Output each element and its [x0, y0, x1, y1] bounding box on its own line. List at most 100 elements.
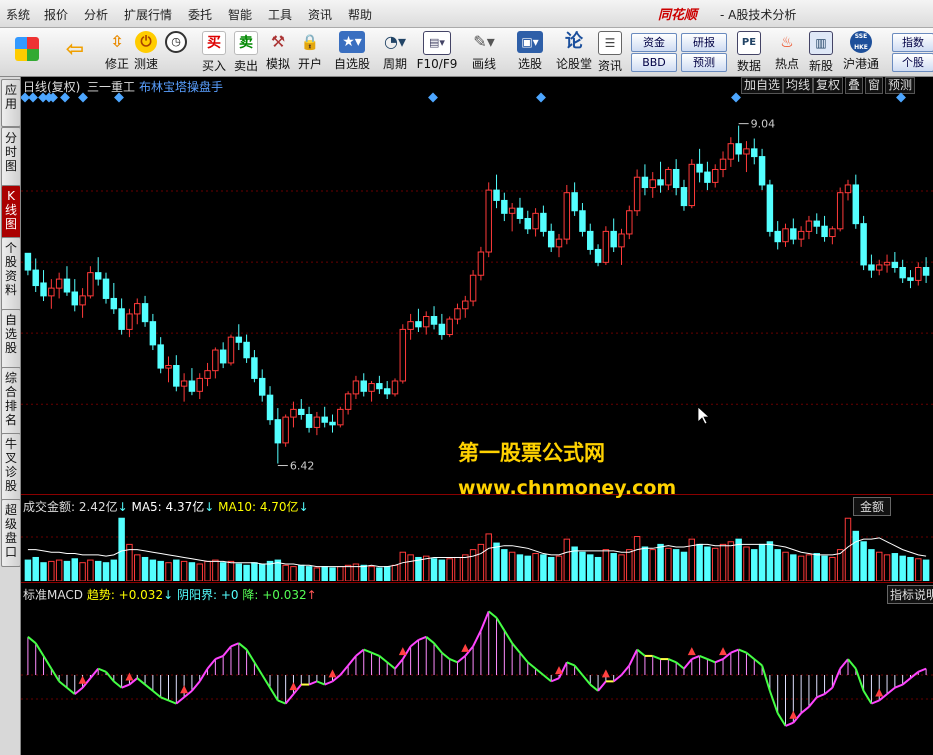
fix-button[interactable]: ⇳ 修正	[100, 31, 134, 73]
macd-line	[97, 667, 107, 673]
volume-bar	[462, 554, 469, 581]
speed-test-label: 测速	[133, 57, 158, 71]
volume-bar	[704, 546, 711, 581]
candle-body	[282, 416, 289, 444]
volume-bar	[383, 566, 391, 581]
candle-body	[149, 321, 157, 346]
kline-chart-area[interactable]: 日线(复权) 三一重工 布林宝塔操盘手 加自选 均线 复权 叠 窗 预测 9.0…	[21, 77, 933, 755]
volume-bar	[649, 549, 656, 581]
macd-line	[479, 610, 490, 631]
lock-icon: 🔒	[300, 33, 320, 51]
candle-body	[587, 230, 594, 250]
buy-arrow-icon	[555, 666, 564, 675]
menu-info[interactable]: 资讯	[308, 6, 332, 23]
tab-kline[interactable]: K线图	[1, 185, 21, 239]
macd-line	[800, 706, 810, 714]
windows-button[interactable]	[10, 31, 44, 73]
single-stock-button[interactable]: 个股	[892, 53, 933, 72]
clock-button[interactable]: ◷	[162, 31, 190, 73]
volume-bar	[454, 556, 461, 581]
menu-smart[interactable]: 智能	[228, 6, 252, 23]
macd-line	[597, 680, 607, 692]
macd-line	[589, 683, 599, 692]
volume-bar	[290, 566, 297, 581]
speed-test-button[interactable]: ⏻ 测速	[132, 31, 160, 73]
candle-body	[790, 228, 797, 240]
candle-body	[610, 230, 617, 248]
period-button[interactable]: ◔▾ 周期	[378, 31, 412, 73]
bbd-button[interactable]: BBD	[631, 53, 677, 72]
hk-connect-button[interactable]: SSE HKE 沪港通	[840, 31, 882, 73]
forum-button[interactable]: 论 论股堂	[556, 31, 592, 73]
macd-line	[667, 658, 677, 664]
macd-line	[542, 674, 552, 683]
menu-tools[interactable]: 工具	[268, 6, 292, 23]
menu-extended-market[interactable]: 扩展行情	[124, 6, 172, 23]
macd-line	[441, 651, 451, 660]
candle-body	[477, 251, 485, 276]
candle-body	[55, 278, 63, 289]
buy-arrow-icon	[461, 643, 470, 652]
macd-line	[214, 654, 224, 661]
macd-line	[136, 677, 146, 686]
candle-body	[782, 228, 789, 243]
buy-button[interactable]: 买 买入	[200, 31, 228, 73]
candle-body	[415, 321, 422, 328]
candle-body	[79, 295, 86, 306]
period-label: 周期	[382, 57, 407, 71]
menu-order[interactable]: 委托	[188, 6, 212, 23]
macd-line	[66, 686, 76, 695]
volume-bar	[337, 566, 344, 581]
candle-body	[649, 179, 656, 189]
watchlist-button[interactable]: ★▾ 自选股	[332, 31, 372, 73]
forecast-button[interactable]: 预测	[681, 53, 727, 72]
tab-stock-profile[interactable]: 个股资料	[1, 237, 21, 311]
macd-line	[527, 661, 537, 670]
open-account-button[interactable]: 🔒 开户	[296, 31, 324, 73]
menu-help[interactable]: 帮助	[348, 6, 372, 23]
data-button[interactable]: PE 数据	[734, 31, 764, 73]
candle-body	[696, 163, 703, 173]
tab-diagnosis[interactable]: 牛叉诊股	[1, 433, 21, 501]
volume-bar	[422, 555, 430, 581]
candle-body	[594, 248, 602, 263]
macd-line	[425, 636, 435, 644]
stock-select-button[interactable]: ▣▾ 选股	[512, 31, 548, 73]
research-button[interactable]: 研报	[681, 33, 727, 52]
buy-arrow-icon	[789, 710, 798, 719]
draw-line-button[interactable]: ✎▾ 画线	[466, 31, 502, 73]
sell-button[interactable]: 卖 卖出	[232, 31, 260, 73]
menu-quote[interactable]: 报价	[44, 6, 68, 23]
f10-button[interactable]: ▤▾ F10/F9	[416, 31, 458, 73]
tab-intraday[interactable]: 分时图	[1, 127, 21, 187]
candle-body	[485, 189, 492, 253]
macd-line	[394, 658, 404, 670]
menu-analysis[interactable]: 分析	[84, 6, 108, 23]
candle-body	[555, 238, 563, 248]
tab-apps[interactable]: 应用	[1, 79, 21, 127]
buy-arrow-icon	[719, 647, 728, 656]
hot-button[interactable]: ♨ 热点	[772, 31, 802, 73]
volume-bar	[860, 541, 867, 581]
volume-bar	[329, 567, 336, 581]
back-button[interactable]: ⇦	[58, 31, 92, 73]
candle-body	[368, 383, 375, 392]
candle-body	[290, 408, 297, 418]
tab-watchlist[interactable]: 自选股	[1, 309, 21, 369]
news-button[interactable]: ☰ 资讯	[596, 31, 624, 73]
menu-system[interactable]: 系统	[6, 6, 30, 23]
candle-body	[141, 303, 149, 323]
macd-line	[245, 649, 256, 663]
simulate-button[interactable]: ⚒ 模拟	[264, 31, 292, 73]
candle-body	[852, 184, 860, 225]
tab-super-panel[interactable]: 超级盘口	[1, 499, 21, 567]
new-stock-label: 新股	[808, 59, 833, 73]
index-button[interactable]: 指数	[892, 33, 933, 52]
candle-body	[508, 207, 516, 214]
macd-line	[74, 686, 84, 695]
tab-ranking[interactable]: 综合排名	[1, 367, 21, 435]
new-stock-button[interactable]: ▥ 新股	[806, 31, 836, 73]
candle-body	[32, 269, 39, 287]
macd-line	[449, 658, 458, 664]
fund-button[interactable]: 资金	[631, 33, 677, 52]
